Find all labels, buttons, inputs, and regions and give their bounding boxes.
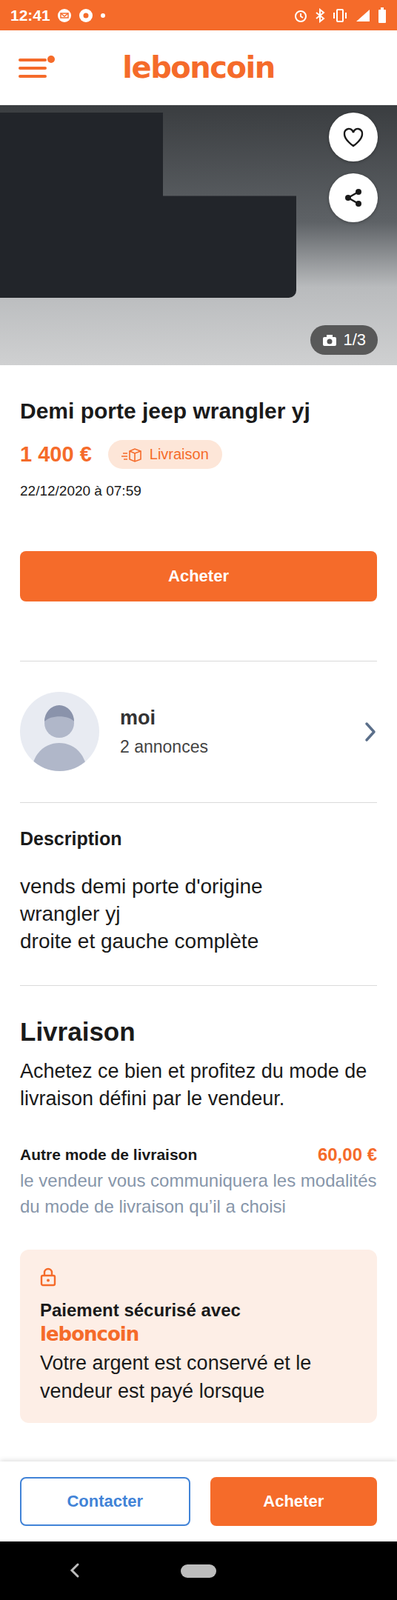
buy-button[interactable]: Acheter xyxy=(19,551,378,602)
listing-title: Demi porte jeep wrangler yj xyxy=(19,397,378,426)
price-row: 1 400 € Livraison xyxy=(19,439,378,469)
photo-count: 1/3 xyxy=(342,330,366,350)
app-header: leboncoin xyxy=(0,30,397,106)
delivery-badge: Livraison xyxy=(108,439,223,469)
option-label: Autre mode de livraison xyxy=(19,1145,198,1164)
mail-icon xyxy=(57,8,72,23)
listing-price: 1 400 € xyxy=(19,442,92,467)
secure-text: Votre argent est conservé et le vendeur … xyxy=(39,1348,358,1406)
description-line: vends demi porte d'origine xyxy=(19,872,378,900)
lock-icon xyxy=(39,1267,57,1287)
camera-icon xyxy=(322,334,338,347)
navigation-bar xyxy=(0,1541,397,1600)
description-text: vends demi porte d'originewrangler yjdro… xyxy=(19,872,378,955)
delivery-section: Livraison Achetez ce bien et profitez du … xyxy=(0,985,397,1250)
dot-icon xyxy=(99,12,106,19)
description-section: Description vends demi porte d'originewra… xyxy=(0,802,397,986)
status-bar: 12:41 xyxy=(0,0,397,31)
spacer xyxy=(19,601,378,661)
leboncoin-logo[interactable]: leboncoin xyxy=(122,50,275,85)
delivery-heading: Livraison xyxy=(19,1016,378,1048)
seller-avatar xyxy=(19,691,100,772)
person-icon xyxy=(19,691,100,772)
signal-icon xyxy=(354,8,372,23)
status-time: 12:41 xyxy=(10,6,51,25)
home-pill[interactable] xyxy=(180,1564,217,1578)
favorite-button[interactable] xyxy=(328,112,378,162)
divider xyxy=(19,802,378,803)
option-price: 60,00 € xyxy=(317,1144,378,1166)
heart-icon xyxy=(342,126,365,148)
delivery-text: Achetez ce bien et profitez du mode de l… xyxy=(19,1057,378,1113)
status-left: 12:41 xyxy=(10,6,106,25)
menu-icon[interactable] xyxy=(18,55,56,81)
chrome-icon xyxy=(78,8,94,23)
back-icon[interactable] xyxy=(69,1562,80,1579)
description-line: wrangler yj xyxy=(19,899,378,928)
seller-info: moi 2 annonces xyxy=(119,706,343,757)
seller-row[interactable]: moi 2 annonces xyxy=(0,661,397,803)
parcel-icon xyxy=(121,447,143,463)
listing-photo[interactable]: 1/3 xyxy=(0,105,397,366)
divider xyxy=(19,660,378,662)
description-heading: Description xyxy=(19,828,378,850)
secure-title: Paiement sécurisé avec xyxy=(39,1298,358,1323)
vibrate-icon xyxy=(331,8,349,23)
listing-date: 22/12/2020 à 07:59 xyxy=(19,481,378,501)
listing-content: 1/3 Demi porte jeep wrangler yj 1 400 € Liv… xyxy=(0,105,397,1462)
battery-icon xyxy=(377,7,387,24)
share-button[interactable] xyxy=(328,173,378,223)
door-shape xyxy=(0,112,297,298)
secure-logo: leboncoin xyxy=(39,1322,358,1346)
status-right xyxy=(293,7,387,24)
bluetooth-icon xyxy=(314,8,326,23)
delivery-option: Autre mode de livraison 60,00 € xyxy=(19,1144,378,1166)
buy-button-bottom[interactable]: Acheter xyxy=(210,1476,378,1526)
seller-name: moi xyxy=(119,706,343,730)
secure-payment-box: Paiement sécurisé avecleboncoinVotre arg… xyxy=(19,1249,378,1423)
badge-label: Livraison xyxy=(149,445,209,463)
listing-info: Demi porte jeep wrangler yj 1 400 € Livrai… xyxy=(0,397,397,661)
contact-button[interactable]: Contacter xyxy=(19,1476,191,1526)
option-note: le vendeur vous communiquera les modalit… xyxy=(19,1167,378,1220)
alarm-icon xyxy=(293,8,309,23)
action-bar: Contacter Acheter xyxy=(0,1461,397,1542)
chevron-right-icon xyxy=(363,721,378,743)
share-icon xyxy=(342,187,364,209)
description-line: droite et gauche complète xyxy=(19,927,378,955)
photo-counter: 1/3 xyxy=(310,325,378,355)
seller-ads-count: 2 annonces xyxy=(119,736,343,757)
divider xyxy=(19,985,378,986)
